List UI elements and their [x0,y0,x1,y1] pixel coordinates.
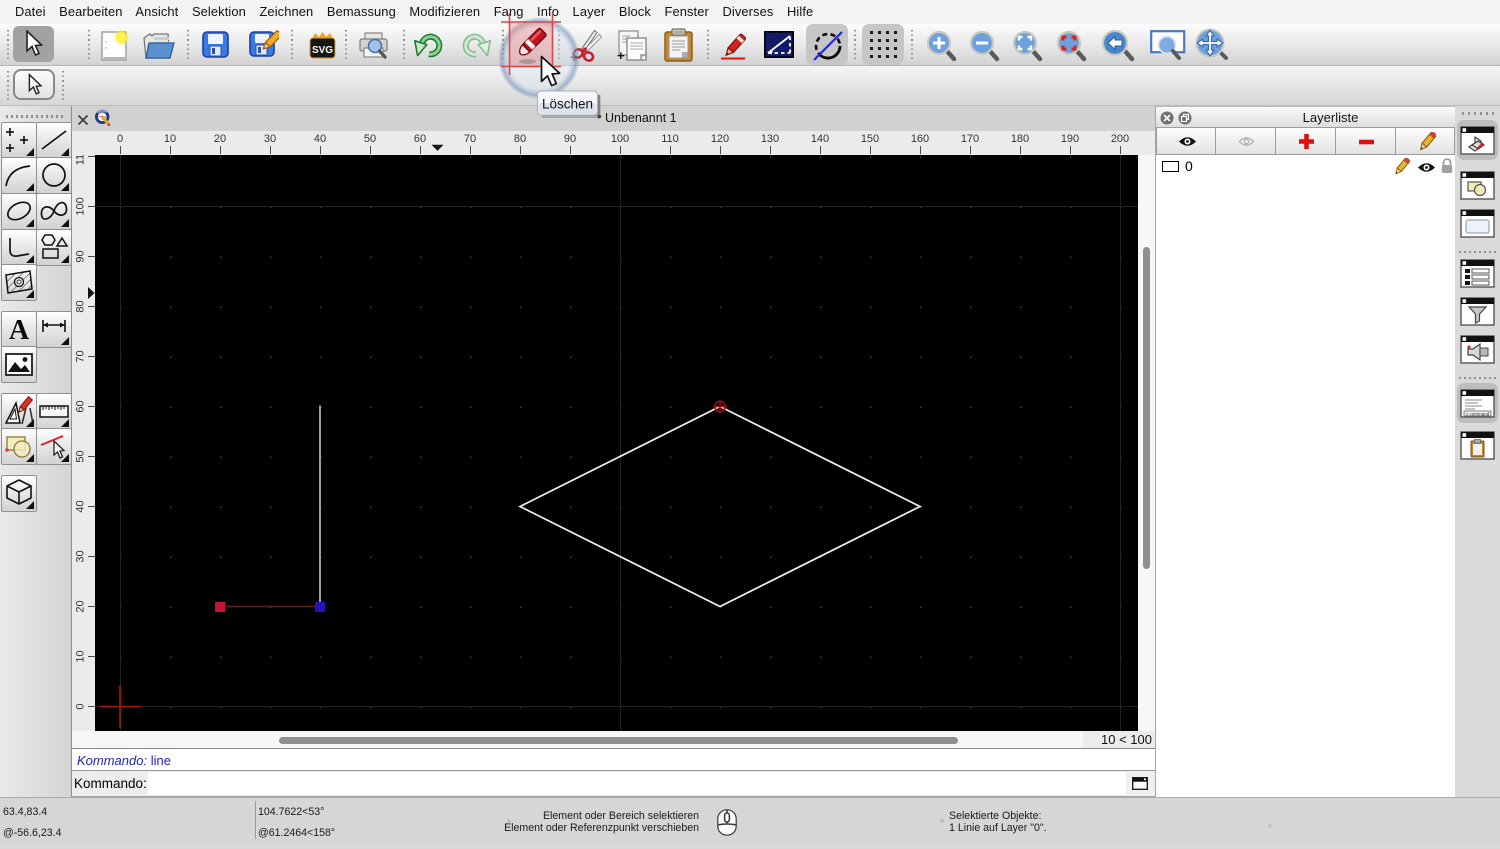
svg-text:50: 50 [364,133,376,145]
svg-text:170: 170 [961,133,979,145]
svg-text:0: 0 [117,133,123,145]
svg-text:100: 100 [75,197,87,215]
svg-text:90: 90 [75,250,87,262]
svg-text:20: 20 [75,600,87,612]
svg-text:60: 60 [75,400,87,412]
svg-text:0: 0 [75,703,87,709]
svg-text:10: 10 [75,650,87,662]
svg-text:90: 90 [564,133,576,145]
svg-text:160: 160 [911,133,929,145]
svg-text:120: 120 [711,133,729,145]
svg-text:30: 30 [75,550,87,562]
svg-text:20: 20 [214,133,226,145]
svg-text:180: 180 [1011,133,1029,145]
svg-text:200: 200 [1111,133,1129,145]
svg-text:140: 140 [811,133,829,145]
svg-text:c command: c command [1466,411,1490,416]
svg-text:150: 150 [861,133,879,145]
svg-text:A: A [9,315,30,346]
svg-text:130: 130 [761,133,779,145]
svg-text:60: 60 [414,133,426,145]
svg-text:40: 40 [75,500,87,512]
svg-text:110: 110 [661,133,679,145]
svg-text:50: 50 [75,450,87,462]
svg-text:70: 70 [464,133,476,145]
svg-text:+: + [570,49,578,63]
svg-text:SVG: SVG [312,45,333,56]
svg-text:+: + [617,48,625,63]
svg-text:70: 70 [75,350,87,362]
svg-text:110: 110 [75,155,87,165]
svg-text:10: 10 [164,133,176,145]
svg-text:190: 190 [1061,133,1079,145]
svg-text:80: 80 [75,300,87,312]
svg-text:30: 30 [264,133,276,145]
svg-text:80: 80 [514,133,526,145]
svg-text:100: 100 [611,133,629,145]
svg-text:40: 40 [314,133,326,145]
